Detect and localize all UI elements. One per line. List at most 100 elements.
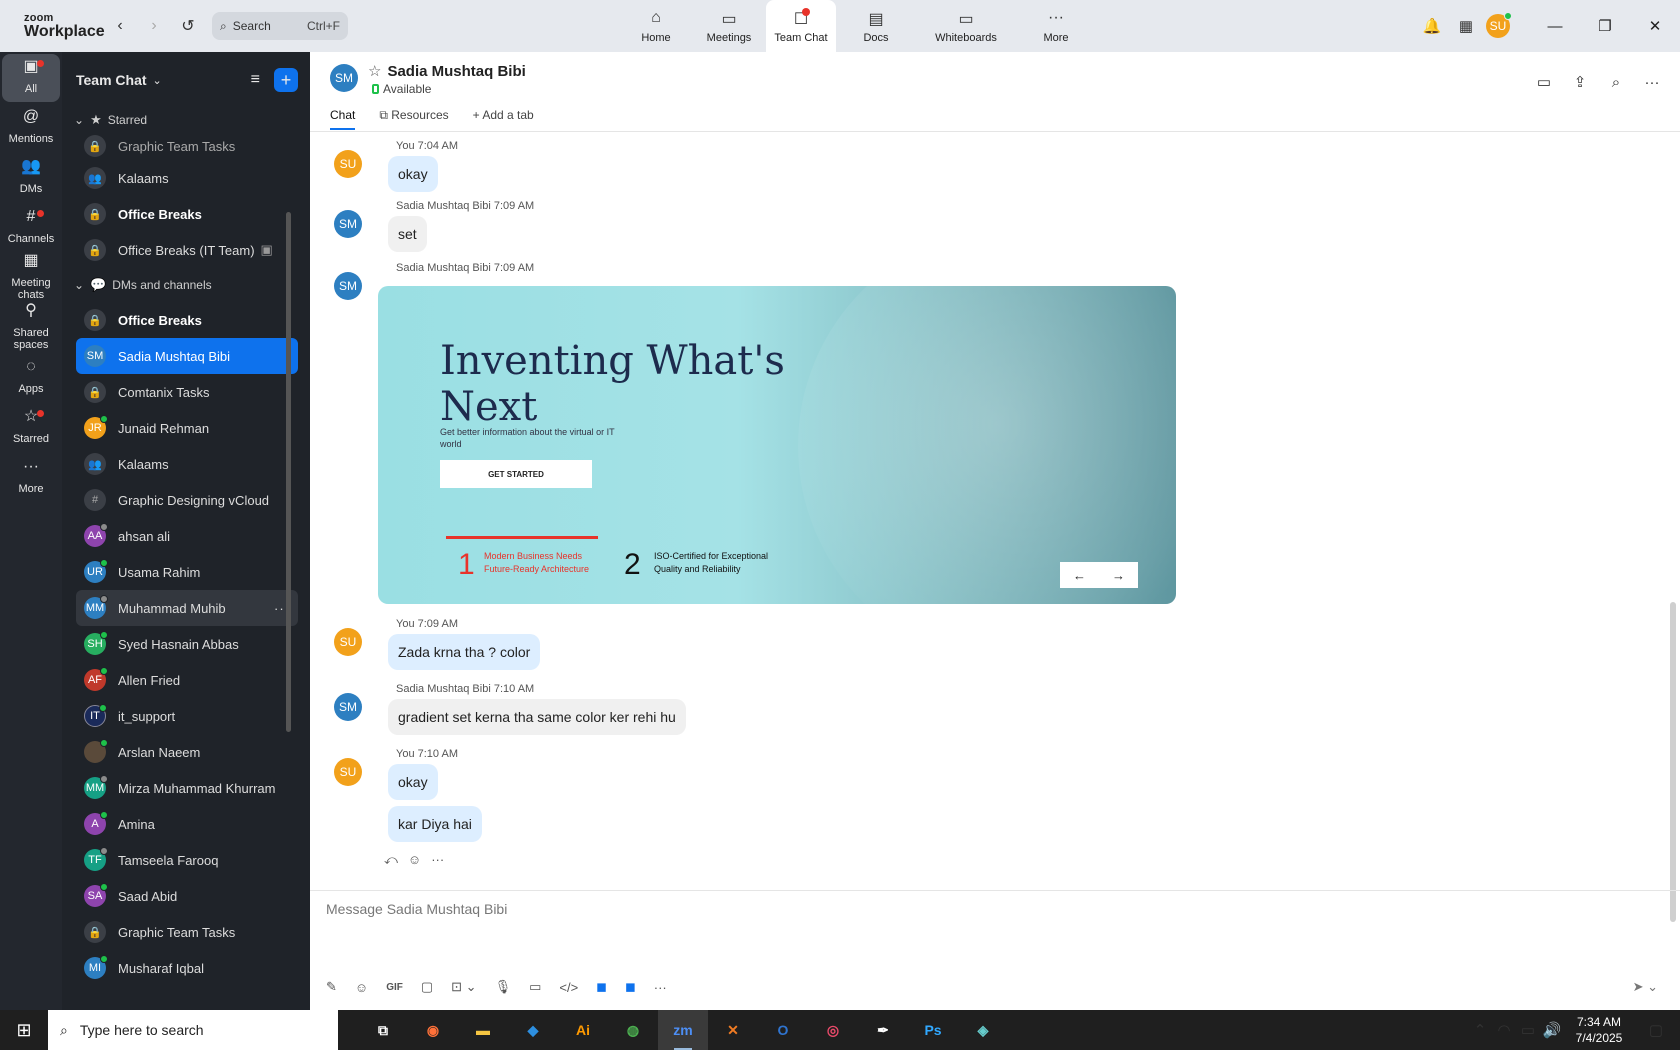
- rail-shared-spaces[interactable]: ⚲ Shared spaces: [2, 303, 60, 352]
- tab-whiteboards[interactable]: ▭ Whiteboards: [916, 0, 1016, 52]
- emoji-icon[interactable]: ☺: [355, 980, 368, 995]
- history-icon[interactable]: ↺: [174, 12, 202, 40]
- message-input[interactable]: Message Sadia Mushtaq Bibi: [326, 901, 507, 917]
- sidebar-item-it-support[interactable]: IT it_support: [76, 698, 298, 734]
- reply-icon[interactable]: ⤺: [384, 852, 398, 868]
- avatar[interactable]: SU: [334, 758, 362, 786]
- file-icon[interactable]: ▢: [421, 979, 433, 995]
- app-icon[interactable]: ◼: [625, 979, 636, 995]
- avatar[interactable]: SU: [334, 150, 362, 178]
- zoom-icon[interactable]: zm: [658, 1010, 708, 1050]
- calendar-icon[interactable]: ▦: [1454, 14, 1478, 38]
- mic-icon[interactable]: 🎙: [495, 979, 512, 995]
- search-input[interactable]: ⌕ Search Ctrl+F: [212, 12, 348, 40]
- code-icon[interactable]: </>: [559, 980, 578, 995]
- minimize-icon[interactable]: —: [1530, 0, 1580, 52]
- sidebar-scrollbar[interactable]: [286, 212, 291, 732]
- sidebar-item-saad[interactable]: SA Saad Abid: [76, 878, 298, 914]
- avatar[interactable]: SM: [334, 210, 362, 238]
- share-screen-icon[interactable]: ⇪: [1568, 70, 1592, 94]
- sidebar-item-hasnain[interactable]: SH Syed Hasnain Abbas: [76, 626, 298, 662]
- shared-image[interactable]: Inventing What's Next Get better informa…: [378, 286, 1176, 604]
- sidebar-item-sadia[interactable]: SM Sadia Mushtaq Bibi: [76, 338, 298, 374]
- illustrator-icon[interactable]: Ai: [558, 1010, 608, 1050]
- more-icon[interactable]: ···: [1640, 70, 1664, 94]
- volume-icon[interactable]: 🔊: [1540, 1018, 1564, 1042]
- starred-section-header[interactable]: ⌄ ★ Starred: [62, 108, 310, 132]
- user-avatar[interactable]: SU: [1486, 12, 1512, 38]
- notification-icon[interactable]: ▢: [1644, 1018, 1668, 1042]
- back-icon[interactable]: ‹: [106, 12, 134, 40]
- rail-more[interactable]: ··· More: [2, 454, 60, 502]
- sidebar-item-khurram[interactable]: MM Mirza Muhammad Khurram: [76, 770, 298, 806]
- sidebar-item-office-breaks-it[interactable]: 🔒 Office Breaks (IT Team) ▣: [76, 232, 298, 268]
- video-call-icon[interactable]: ▭: [1532, 70, 1556, 94]
- rail-channels[interactable]: # Channels: [2, 204, 60, 252]
- search-icon[interactable]: ⌕: [1604, 70, 1628, 94]
- chevron-down-icon[interactable]: ⌄: [153, 74, 162, 87]
- tab-meetings[interactable]: ▭ Meetings: [692, 0, 766, 52]
- message-bubble[interactable]: gradient set kerna tha same color ker re…: [388, 699, 686, 735]
- more-icon[interactable]: ···: [431, 852, 444, 868]
- chrome-icon[interactable]: ◍: [608, 1010, 658, 1050]
- tab-chat[interactable]: Chat: [330, 108, 356, 130]
- sidebar-item-graphic-team-tasks[interactable]: 🔒 Graphic Team Tasks: [76, 132, 298, 160]
- taskbar-search[interactable]: ⌕ Type here to search: [48, 1010, 338, 1050]
- rail-starred[interactable]: ☆ Starred: [2, 404, 60, 452]
- message-bubble[interactable]: kar Diya hai: [388, 806, 482, 842]
- star-icon[interactable]: ☆: [368, 63, 381, 80]
- send-button[interactable]: ➤ ⌄: [1633, 979, 1658, 995]
- rail-mentions[interactable]: @ Mentions: [2, 104, 60, 152]
- sidebar-item-graphic-team-tasks-2[interactable]: 🔒 Graphic Team Tasks: [76, 914, 298, 950]
- vscode-icon[interactable]: ◆: [508, 1010, 558, 1050]
- bell-icon[interactable]: 🔔: [1420, 14, 1444, 38]
- tab-docs[interactable]: ▤ Docs: [836, 0, 916, 52]
- dms-section-header[interactable]: ⌄ 💬 DMs and channels: [62, 268, 310, 302]
- app-icon[interactable]: ◼: [596, 979, 607, 995]
- more-icon[interactable]: ···: [654, 980, 667, 995]
- tab-team-chat[interactable]: ☐ Team Chat: [766, 0, 836, 52]
- rail-apps[interactable]: ◌ Apps: [2, 354, 60, 402]
- chat-avatar[interactable]: SM: [330, 64, 358, 92]
- sidebar-item-kalaams-2[interactable]: 👥 Kalaams: [76, 446, 298, 482]
- wifi-icon[interactable]: ◠: [1492, 1018, 1516, 1042]
- tab-more[interactable]: ··· More: [1016, 0, 1096, 52]
- tab-resources[interactable]: ⧉ Resources: [379, 108, 448, 130]
- tab-home[interactable]: ⌂ Home: [620, 0, 692, 52]
- sidebar-item-tamseela[interactable]: TF Tamseela Farooq: [76, 842, 298, 878]
- windows-start-icon[interactable]: ⊞: [0, 1010, 48, 1050]
- video-message-icon[interactable]: ▭: [529, 979, 541, 995]
- file-explorer-icon[interactable]: ▬: [458, 1010, 508, 1050]
- filter-icon[interactable]: ≡: [251, 71, 260, 89]
- screenshot-icon[interactable]: ⊡ ⌄: [451, 979, 476, 995]
- sidebar-item-allen[interactable]: AF Allen Fried: [76, 662, 298, 698]
- restore-icon[interactable]: ❐: [1580, 0, 1630, 52]
- rail-all[interactable]: ▣ All: [2, 54, 60, 102]
- sidebar-title[interactable]: Team Chat: [76, 72, 147, 88]
- forward-icon[interactable]: ›: [140, 12, 168, 40]
- avatar[interactable]: SM: [334, 272, 362, 300]
- message-bubble[interactable]: okay: [388, 156, 438, 192]
- add-reaction-icon[interactable]: ☺: [408, 852, 421, 868]
- message-bubble[interactable]: Zada krna tha ? color: [388, 634, 541, 670]
- sidebar-item-ahsan[interactable]: AA ahsan ali: [76, 518, 298, 554]
- message-bubble[interactable]: set: [388, 216, 427, 252]
- sidebar-item-office-breaks-channel[interactable]: 🔒 Office Breaks: [76, 302, 298, 338]
- xampp-icon[interactable]: ✕: [708, 1010, 758, 1050]
- avatar[interactable]: SM: [334, 693, 362, 721]
- app-icon[interactable]: ◈: [958, 1010, 1008, 1050]
- gif-icon[interactable]: GIF: [386, 982, 403, 993]
- outlook-icon[interactable]: O: [758, 1010, 808, 1050]
- sidebar-item-arslan[interactable]: Arslan Naeem: [76, 734, 298, 770]
- pen-tool-icon[interactable]: ✒: [858, 1010, 908, 1050]
- rail-dms[interactable]: 👥 DMs: [2, 154, 60, 202]
- sidebar-item-junaid[interactable]: JR Junaid Rehman: [76, 410, 298, 446]
- new-chat-button[interactable]: +: [274, 68, 298, 92]
- message-bubble[interactable]: okay: [388, 764, 438, 800]
- chevron-up-icon[interactable]: ⌃: [1468, 1018, 1492, 1042]
- rail-meeting-chats[interactable]: ▦ Meeting chats: [2, 253, 60, 302]
- sidebar-item-office-breaks[interactable]: 🔒 Office Breaks: [76, 196, 298, 232]
- sidebar-item-comtanix[interactable]: 🔒 Comtanix Tasks: [76, 374, 298, 410]
- tab-add[interactable]: + Add a tab: [473, 108, 534, 130]
- format-icon[interactable]: ✎: [326, 979, 337, 995]
